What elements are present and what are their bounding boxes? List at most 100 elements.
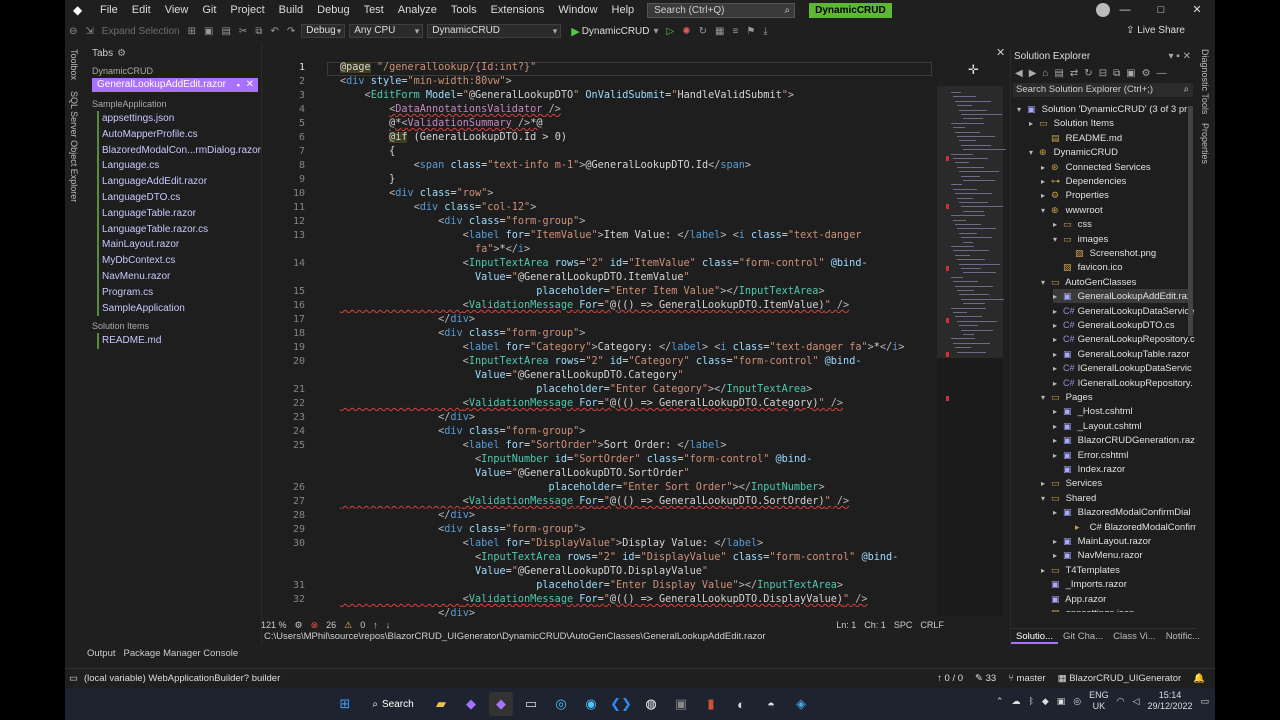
sync-icon[interactable]: ⇄ [1070, 68, 1078, 79]
close-document-icon[interactable]: ✕ [996, 46, 1005, 59]
pending-changes-icon[interactable]: ↻ [1084, 68, 1092, 79]
notification-center-icon[interactable]: ▭ [1200, 696, 1209, 707]
tree-node[interactable]: ▸ ▭ T4Templates [1041, 563, 1120, 577]
expand-arrow-icon[interactable]: ▸ [1041, 189, 1051, 203]
tree-node[interactable]: ▸ ⊶ Dependencies [1041, 174, 1126, 188]
tree-node[interactable]: ▸ ▭ css [1053, 217, 1092, 231]
preview-icon[interactable]: ▣ [1126, 68, 1135, 79]
back-icon[interactable]: ⊖ [69, 26, 77, 37]
refresh-icon[interactable]: ↻ [699, 26, 707, 37]
expand-arrow-icon[interactable]: ▸ [1053, 290, 1063, 304]
home-icon[interactable]: ⌂ [1042, 68, 1048, 79]
tree-node[interactable]: ▾ ▣ Solution 'DynamicCRUD' (3 of 3 pr [1017, 102, 1187, 116]
tree-node[interactable]: ▣ Index.razor [1053, 462, 1125, 476]
git-repository[interactable]: BlazorCRUD_UIGenerator [1069, 673, 1181, 684]
menu-project[interactable]: Project [223, 4, 271, 16]
expand-arrow-icon[interactable]: ▸ [1053, 449, 1063, 463]
tab-generallookupaddedit[interactable]: GeneralLookupAddEdit.razor ▪ ✕ [92, 78, 258, 92]
tree-node[interactable]: ▸ C# GeneralLookupRepository.c [1053, 332, 1195, 346]
tree-node[interactable]: ▾ ▭ images [1053, 232, 1108, 246]
visual-studio-icon[interactable]: ◆ [459, 692, 483, 716]
search-input[interactable]: Search (Ctrl+Q) ⌕ [647, 2, 796, 18]
solution-explorer-scrollbar[interactable] [1188, 106, 1193, 336]
tab-item[interactable]: Language.cs [97, 158, 261, 175]
save-all-icon[interactable]: ▤ [221, 26, 230, 37]
code-content[interactable]: @page "/generallookup/{Id:int?}" <div st… [340, 60, 930, 618]
menu-extensions[interactable]: Extensions [484, 4, 552, 16]
back-icon[interactable]: ◀ [1015, 68, 1023, 79]
menu-analyze[interactable]: Analyze [391, 4, 444, 16]
expand-arrow-icon[interactable]: ▸ [1053, 535, 1063, 549]
start-debugging-icon[interactable]: ▶ [571, 25, 579, 38]
tree-node[interactable]: ▨ Screenshot.png [1065, 246, 1156, 260]
start-without-debugging-icon[interactable]: ▷ [667, 26, 675, 37]
tree-node[interactable]: ▨ favicon.ico [1053, 260, 1123, 274]
toolbox-tab[interactable]: Toolbox [69, 49, 79, 80]
error-count[interactable]: 26 [326, 620, 336, 630]
maximize-icon[interactable]: □ [1143, 0, 1179, 20]
gear-icon[interactable]: ⚙ [117, 48, 126, 59]
redo-icon[interactable]: ↷ [287, 26, 295, 37]
expand-arrow-icon[interactable]: ▸ [1053, 377, 1063, 391]
whitespace-indicator[interactable]: SPC [894, 620, 913, 630]
obs-icon[interactable]: ◓ [759, 692, 783, 716]
tab-package-manager-console[interactable]: Package Manager Console [124, 648, 239, 659]
configuration-dropdown[interactable]: Debug [301, 24, 346, 38]
expand-arrow-icon[interactable]: ▾ [1041, 492, 1051, 506]
tree-node[interactable]: ▸ ▣ Error.cshtml [1053, 448, 1128, 462]
close-icon[interactable]: ✕ [1183, 51, 1191, 62]
edge-icon[interactable]: ◎ [549, 692, 573, 716]
startup-project-dropdown[interactable]: DynamicCRUD [427, 24, 562, 38]
tree-node[interactable]: ▾ ▭ Pages [1041, 390, 1093, 404]
hot-reload-icon[interactable]: ✺ [682, 26, 690, 37]
expand-arrow-icon[interactable]: ▾ [1041, 204, 1051, 218]
menu-view[interactable]: View [158, 4, 196, 16]
menu-help[interactable]: Help [605, 4, 642, 16]
switch-views-icon[interactable]: ▤ [1054, 68, 1063, 79]
intellicode-icon[interactable]: ⚙ [295, 620, 303, 631]
comment-icon[interactable]: ≡ [732, 26, 738, 37]
tree-node[interactable]: ▸ C# GeneralLookupDTO.cs [1053, 318, 1175, 332]
bookmark-icon[interactable]: ⚑ [746, 26, 755, 37]
tree-node[interactable]: ▸ C# IGeneralLookupDataServic [1053, 361, 1192, 375]
tab-item[interactable]: LanguageAddEdit.razor [97, 174, 261, 190]
tree-node[interactable]: ▸ ▭ Services [1041, 476, 1102, 490]
minimize-icon[interactable]: — [1107, 0, 1143, 20]
chrome-icon[interactable]: ◍ [639, 692, 663, 716]
tab-item[interactable]: LanguageDTO.cs [97, 189, 261, 206]
warning-count[interactable]: 0 [360, 620, 365, 630]
tree-node[interactable]: ▾ ⊕ DynamicCRUD [1029, 145, 1118, 159]
tree-node[interactable]: ▸ ▣ BlazoredModalConfirmDial [1053, 505, 1191, 519]
properties-icon[interactable]: ⚙ [1142, 68, 1151, 79]
tab-item[interactable]: MyDbContext.cs [97, 253, 261, 269]
properties-tab[interactable]: Properties [1200, 123, 1210, 164]
menu-window[interactable]: Window [551, 4, 604, 16]
menu-file[interactable]: File [93, 4, 125, 16]
expand-arrow-icon[interactable]: ▸ [1053, 319, 1063, 333]
tree-node[interactable]: ▸ ⊛ Connected Services [1041, 160, 1151, 174]
chevron-up-icon[interactable]: ⌃ [996, 696, 1004, 707]
show-all-files-icon[interactable]: ⧉ [1113, 68, 1120, 79]
sql-server-object-explorer-tab[interactable]: SQL Server Object Explorer [69, 91, 79, 202]
tree-node[interactable]: ▸ ▣ GeneralLookupAddEdit.raz [1053, 289, 1192, 304]
github-icon[interactable]: ◐ [729, 692, 753, 716]
sql-icon[interactable]: ◈ [789, 692, 813, 716]
expand-arrow-icon[interactable]: ▸ [1053, 333, 1063, 347]
live-share-button[interactable]: ⇪ Live Share [1126, 25, 1185, 36]
menu-test[interactable]: Test [357, 4, 391, 16]
tree-node[interactable]: ▣ App.razor [1041, 592, 1106, 606]
tree-node[interactable]: ▸ ▣ _Layout.cshtml [1053, 419, 1142, 433]
expand-arrow-icon[interactable]: ▾ [1017, 103, 1027, 117]
tree-node[interactable]: ▸ ▣ GeneralLookupTable.razor [1053, 347, 1190, 361]
tree-node[interactable]: ▸ ▣ MainLayout.razor [1053, 534, 1151, 548]
zoom-level[interactable]: 121 % [261, 620, 287, 630]
tree-node[interactable]: ▾ ▭ Shared [1041, 491, 1096, 505]
git-branch[interactable]: master [1017, 673, 1046, 684]
bookmark-next-icon[interactable]: ⤓ [763, 26, 767, 37]
recorder-icon[interactable]: ▮ [699, 692, 723, 716]
tray-app3-icon[interactable]: ◎ [1073, 696, 1081, 707]
layout-icon[interactable]: ▦ [715, 26, 724, 37]
expand-arrow-icon[interactable]: ▸ [1053, 305, 1063, 319]
expand-arrow-icon[interactable]: ▸ [1053, 420, 1063, 434]
output-window-icon[interactable]: ▭ [69, 673, 78, 684]
